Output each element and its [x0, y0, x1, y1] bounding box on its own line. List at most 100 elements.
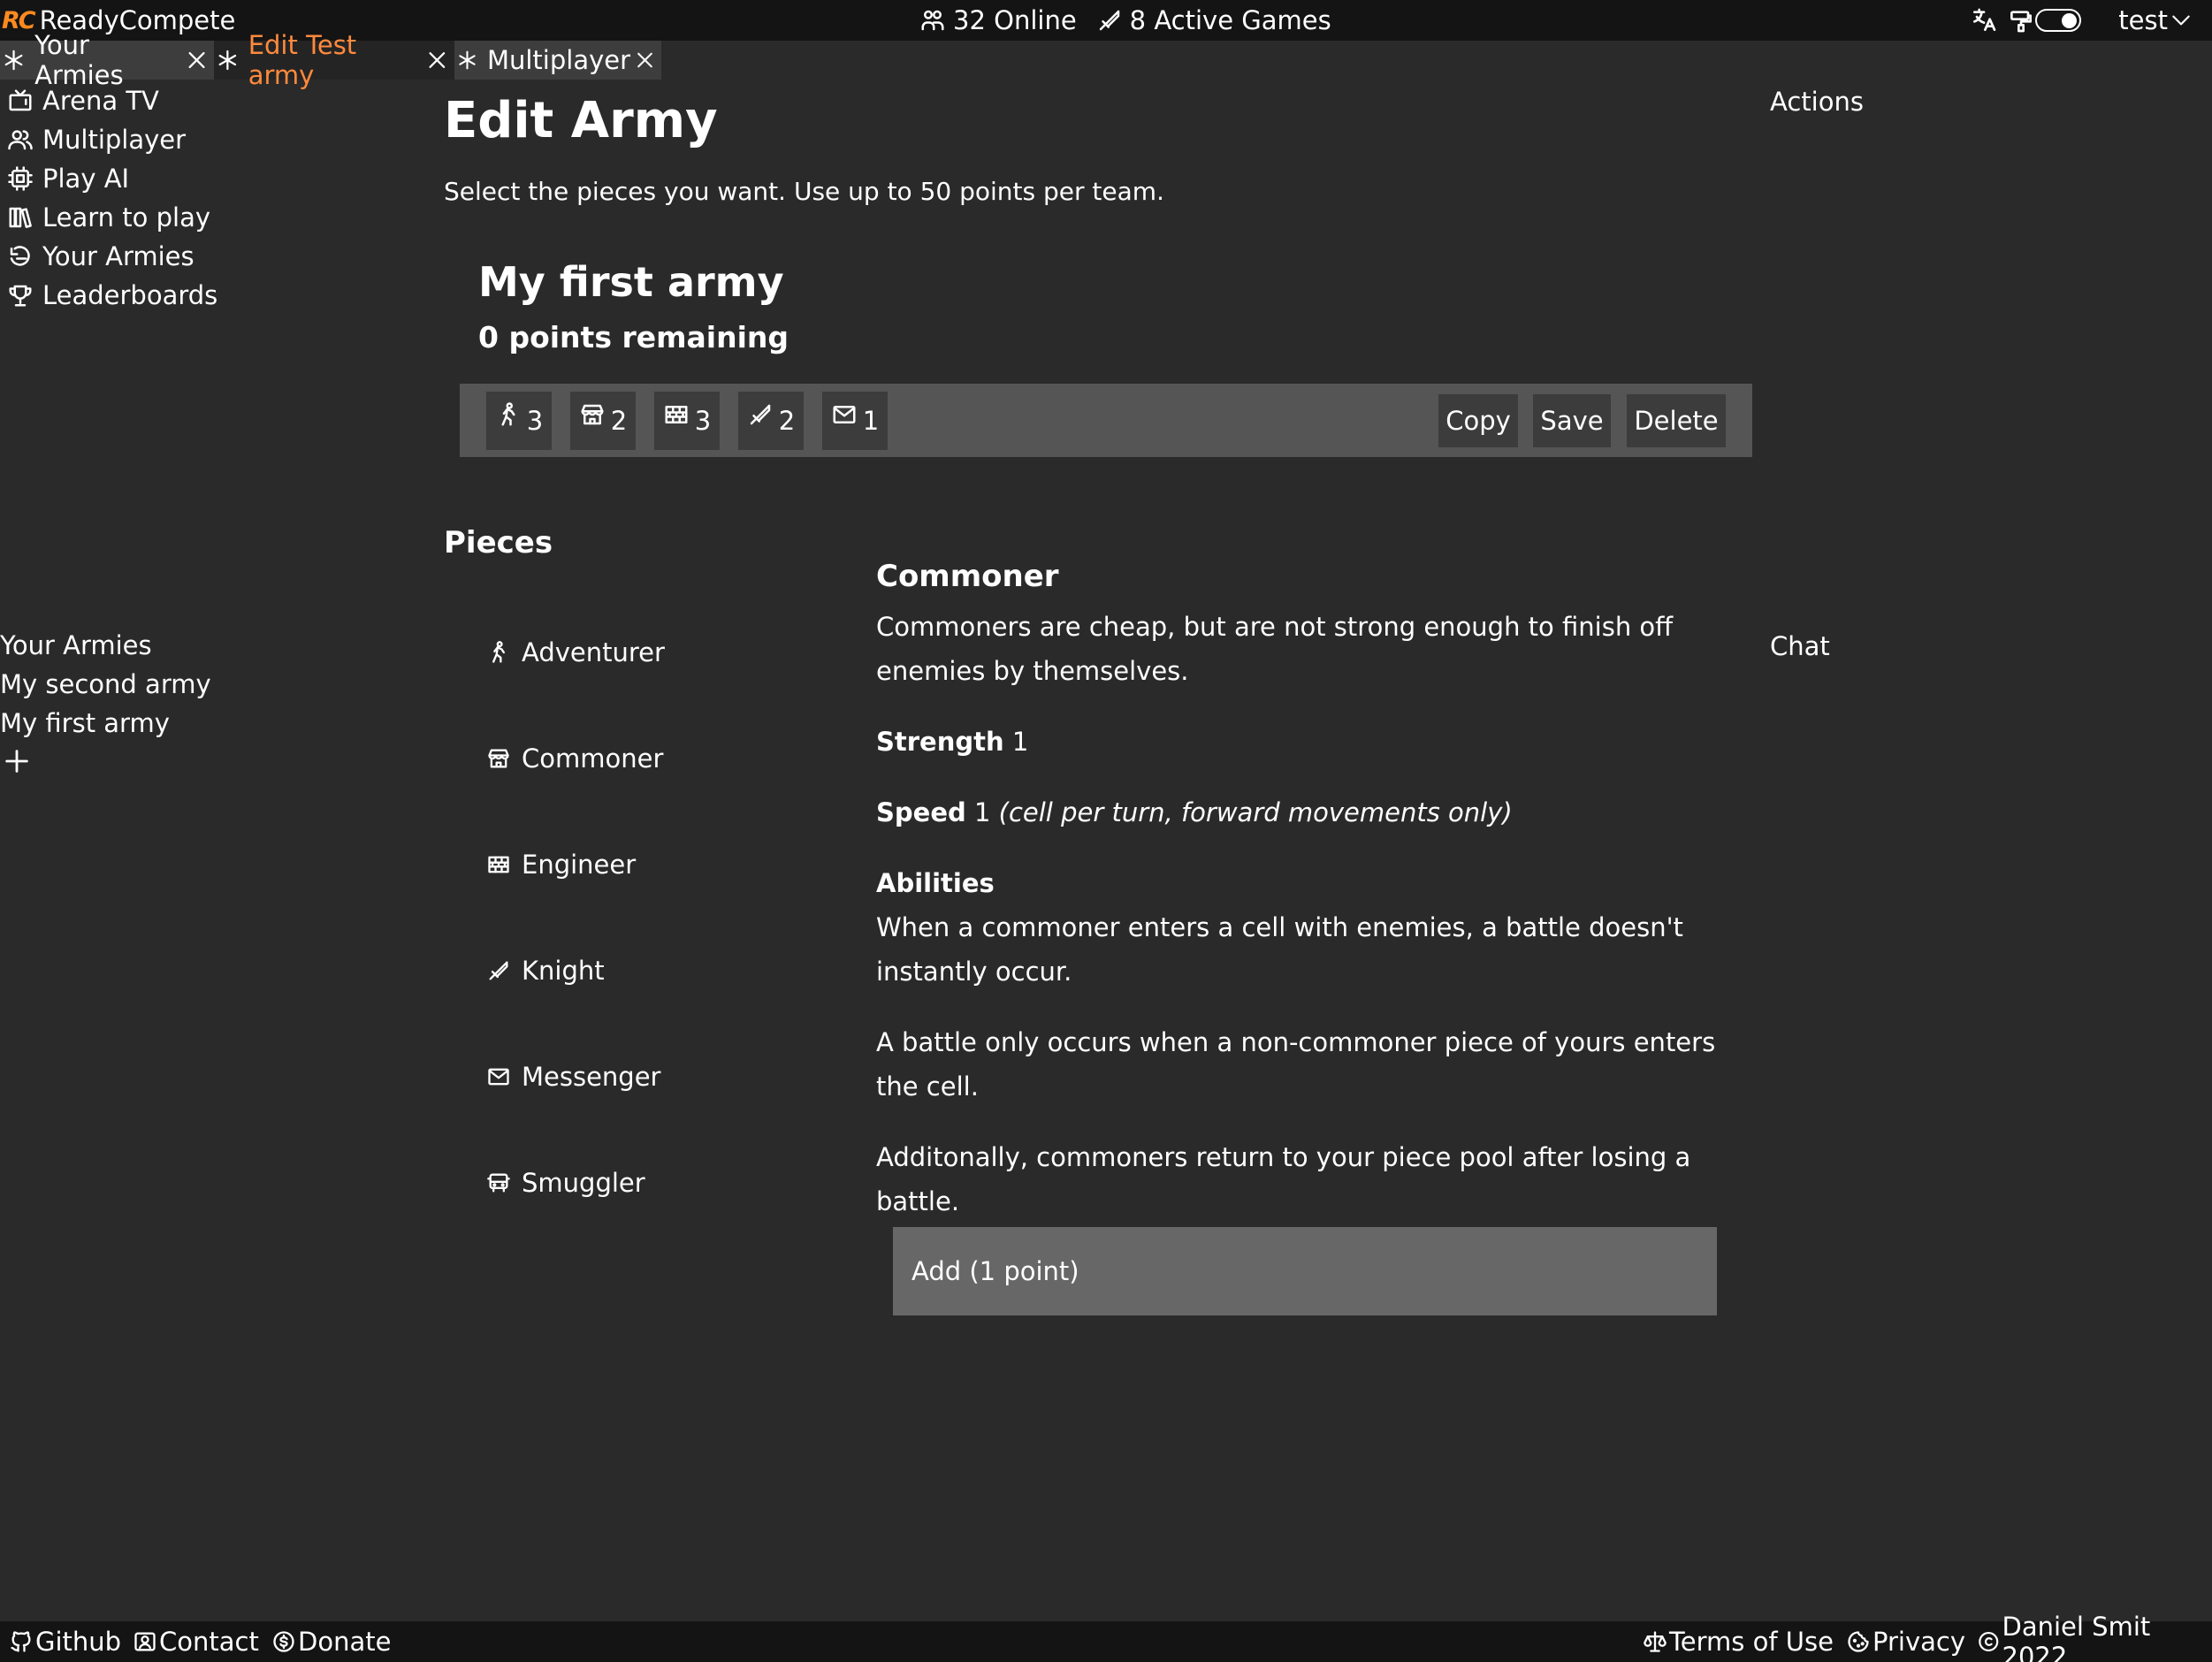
add-army-icon[interactable] [2, 746, 32, 776]
army-item-first[interactable]: My first army [0, 704, 211, 743]
piece-smuggler[interactable]: Smuggler [486, 1130, 665, 1236]
footer-link-label: Donate [298, 1627, 392, 1657]
page-title: Edit Army [444, 92, 718, 149]
points-remaining: 0 points remaining [478, 320, 789, 355]
tab-label: Edit Test army [248, 30, 357, 90]
github-icon [9, 1629, 34, 1654]
piece-label: Messenger [522, 1062, 661, 1092]
adventurer-icon [486, 640, 511, 665]
sidebar-item-label: Leaderboards [42, 280, 218, 310]
abilities-label: Abilities [876, 868, 995, 898]
cookie-icon [1846, 1629, 1871, 1654]
user-name[interactable]: test [2118, 5, 2168, 35]
trophy-icon [7, 282, 34, 309]
count-chip-engineer[interactable]: 3 [654, 392, 720, 450]
chat-label[interactable]: Chat [1770, 631, 1830, 661]
piece-description: Commoners are cheap, but are not strong … [876, 612, 1674, 686]
pieces-list: Adventurer Commoner Engineer Knight Mess… [486, 599, 665, 1236]
delete-button[interactable]: Delete [1627, 394, 1726, 447]
brand-logo: RC [2, 6, 36, 34]
sidebar-item-leaderboards[interactable]: Leaderboards [7, 276, 217, 315]
sidebar-item-label: Arena TV [42, 86, 159, 116]
language-icon[interactable] [1970, 6, 1998, 34]
sidebar-item-label: Multiplayer [42, 125, 187, 155]
sidebar-item-label: Your Armies [42, 241, 195, 271]
tab-bar: Your Armies Edit Test army Multiplayer [0, 30, 661, 90]
knight-icon [486, 958, 511, 983]
count-chip-commoner[interactable]: 2 [570, 392, 636, 450]
piece-knight[interactable]: Knight [486, 918, 665, 1024]
messenger-icon [486, 1064, 511, 1089]
tv-icon [7, 88, 34, 114]
army-icon [7, 243, 34, 270]
footer-link-label: Contact [159, 1627, 259, 1657]
footer-github-link[interactable]: Github [9, 1621, 121, 1662]
engineer-icon [663, 401, 690, 428]
footer-link-label: Privacy [1873, 1627, 1965, 1657]
engineer-icon [486, 852, 511, 877]
server-status: 32 Online 8 Active Games [919, 0, 1331, 41]
sidebar-item-label: Play AI [42, 164, 130, 194]
count-value: 3 [694, 406, 712, 436]
sidebar-item-your-armies[interactable]: Your Armies [7, 237, 217, 276]
piece-commoner[interactable]: Commoner [486, 705, 665, 812]
speed-row: Speed 1 (cell per turn, forward movement… [876, 790, 1743, 835]
close-icon[interactable] [634, 48, 656, 72]
sidebar-item-arena-tv[interactable]: Arena TV [7, 81, 217, 120]
speed-label: Speed [876, 797, 966, 827]
piece-adventurer[interactable]: Adventurer [486, 599, 665, 705]
chevron-down-icon[interactable] [2170, 9, 2193, 32]
footer: Github Contact Donate Terms of Use Priva… [0, 1612, 2212, 1662]
footer-donate-link[interactable]: Donate [271, 1621, 391, 1662]
pieces-title: Pieces [444, 525, 553, 560]
close-icon[interactable] [425, 48, 449, 72]
footer-terms-link[interactable]: Terms of Use [1643, 1621, 1834, 1662]
close-icon[interactable] [185, 48, 209, 72]
sidebar-item-play-ai[interactable]: Play AI [7, 159, 217, 198]
commoner-icon [579, 401, 606, 428]
strength-label: Strength [876, 727, 1004, 757]
tab-your-armies[interactable]: Your Armies [0, 30, 214, 90]
speed-note: (cell per turn, forward movements only) [998, 797, 1513, 827]
piece-messenger[interactable]: Messenger [486, 1024, 665, 1130]
count-value: 3 [526, 406, 544, 436]
theme-icon[interactable] [2007, 6, 2035, 34]
count-chip-knight[interactable]: 2 [738, 392, 804, 450]
copy-button[interactable]: Copy [1438, 394, 1518, 447]
copyright-text: Daniel Smit 2022 [2002, 1612, 2151, 1662]
users-online-icon [919, 7, 946, 34]
armies-list: Your Armies My second army My first army [0, 626, 211, 780]
sidebar-item-learn[interactable]: Learn to play [7, 198, 217, 237]
tab-edit-army[interactable]: Edit Test army [214, 30, 454, 90]
theme-toggle[interactable] [2035, 9, 2082, 32]
piece-engineer[interactable]: Engineer [486, 812, 665, 918]
count-chip-messenger[interactable]: 1 [822, 392, 888, 450]
count-value: 1 [862, 406, 880, 436]
footer-contact-link[interactable]: Contact [133, 1621, 259, 1662]
strength-row: Strength 1 [876, 720, 1743, 764]
piece-detail: Commoner Commoners are cheap, but are no… [876, 559, 1743, 1224]
tab-multiplayer[interactable]: Multiplayer [454, 41, 661, 80]
army-item-second[interactable]: My second army [0, 665, 211, 704]
knight-icon [747, 401, 774, 428]
count-value: 2 [778, 406, 796, 436]
piece-label: Smuggler [522, 1168, 645, 1198]
actions-label: Actions [1770, 87, 1864, 117]
armies-list-title: Your Armies [0, 630, 152, 660]
sword-icon [1096, 7, 1123, 34]
save-button[interactable]: Save [1533, 394, 1611, 447]
footer-privacy-link[interactable]: Privacy [1846, 1621, 1965, 1662]
adventurer-icon [495, 401, 522, 428]
sidebar-item-multiplayer[interactable]: Multiplayer [7, 120, 217, 159]
ability-text: A battle only occurs when a non-commoner… [876, 1027, 1716, 1102]
count-chip-adventurer[interactable]: 3 [486, 392, 552, 450]
add-piece-button[interactable]: Add (1 point) [893, 1227, 1717, 1315]
online-count: 32 Online [953, 5, 1077, 35]
piece-label: Commoner [522, 743, 664, 774]
piece-label: Engineer [522, 850, 637, 880]
tab-label: Multiplayer [486, 45, 631, 75]
coin-icon [271, 1629, 296, 1654]
footer-link-label: Terms of Use [1669, 1627, 1834, 1657]
piece-label: Adventurer [522, 637, 665, 667]
piece-detail-title: Commoner [876, 559, 1059, 594]
